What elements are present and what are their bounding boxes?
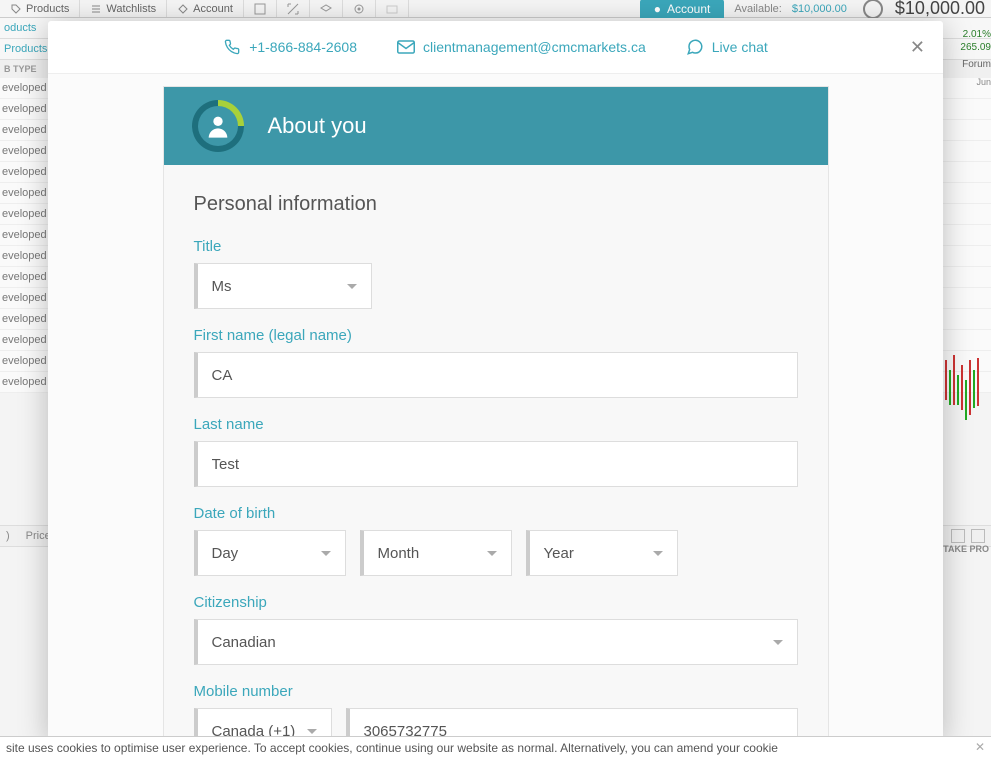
tool-icon-1[interactable] (244, 0, 277, 17)
nav-watchlists[interactable]: Watchlists (80, 0, 167, 17)
tab-marker: ) (6, 530, 10, 542)
available-value: $10,000.00 (792, 3, 857, 15)
dob-label: Date of birth (194, 505, 798, 522)
list-icon (90, 3, 102, 15)
form-content: Personal information Title Ms First name… (164, 165, 828, 739)
balance-value: $10,000.00 (889, 0, 991, 19)
quote-panel: 2.01% 265.09 Forum Jun (960, 28, 991, 89)
nav-account-label: Account (193, 3, 233, 15)
nav-watchlists-label: Watchlists (106, 3, 156, 15)
account-tab-label: Account (667, 2, 710, 16)
dob-month-select[interactable]: Month (360, 530, 512, 576)
price-change: 265.09 (960, 41, 991, 54)
chevron-down-icon (347, 284, 357, 289)
close-icon[interactable]: ✕ (910, 37, 925, 58)
field-citizenship: Citizenship Canadian (194, 594, 798, 665)
chevron-down-icon (653, 551, 663, 556)
chat-contact[interactable]: Live chat (686, 38, 768, 56)
modal-header: +1-866-884-2608 clientmanagement@cmcmark… (48, 21, 943, 74)
dob-month-value: Month (378, 545, 420, 562)
mobile-label: Mobile number (194, 683, 798, 700)
card-title: About you (268, 113, 367, 139)
chart-tool-2[interactable] (971, 529, 985, 543)
account-tab[interactable]: ●Account (640, 0, 725, 19)
first-name-input[interactable] (194, 352, 798, 398)
price-tab[interactable]: Price (26, 530, 51, 542)
folder-icon (386, 3, 398, 15)
field-mobile: Mobile number Canada (+1) (194, 683, 798, 739)
background-toolbar: Products Watchlists Account ●Account Ava… (0, 0, 991, 18)
chat-icon (686, 38, 704, 56)
phone-icon (223, 38, 241, 56)
mobile-number-input[interactable] (346, 708, 798, 739)
forum-link[interactable]: Forum (960, 58, 991, 71)
pricetag-icon (177, 3, 189, 15)
refresh-icon[interactable] (863, 0, 883, 19)
chevron-down-icon (321, 551, 331, 556)
progress-ring (192, 100, 244, 152)
field-title: Title Ms (194, 238, 798, 309)
citizenship-value: Canadian (212, 634, 276, 651)
chevron-down-icon (773, 640, 783, 645)
phone-number: +1-866-884-2608 (249, 39, 357, 55)
field-first-name: First name (legal name) (194, 327, 798, 398)
title-label: Title (194, 238, 798, 255)
citizenship-select[interactable]: Canadian (194, 619, 798, 665)
email-contact[interactable]: clientmanagement@cmcmarkets.ca (397, 38, 646, 56)
side-tab-cut: oducts (4, 22, 36, 34)
available-label: Available: (724, 3, 792, 15)
mobile-code-select[interactable]: Canada (+1) (194, 708, 332, 739)
chevron-down-icon (307, 729, 317, 734)
cookie-close-icon[interactable]: ✕ (975, 739, 985, 756)
dob-day-select[interactable]: Day (194, 530, 346, 576)
tool-icon-2[interactable] (277, 0, 310, 17)
section-heading: Personal information (194, 193, 798, 216)
calendar-icon (254, 3, 266, 15)
chat-label: Live chat (712, 39, 768, 55)
chevron-down-icon (487, 551, 497, 556)
form-card: About you Personal information Title Ms … (163, 86, 829, 740)
gear-icon (353, 3, 365, 15)
nav-products-label: Products (26, 3, 69, 15)
email-address: clientmanagement@cmcmarkets.ca (423, 39, 646, 55)
candlestick-chart (941, 350, 991, 450)
cookie-banner: site uses cookies to optimise user exper… (0, 736, 991, 767)
person-icon (204, 112, 232, 140)
expand-icon (287, 3, 299, 15)
month-label: Jun (960, 77, 991, 89)
field-dob: Date of birth Day Month Year (194, 505, 798, 576)
tool-icon-3[interactable] (310, 0, 343, 17)
account-modal: +1-866-884-2608 clientmanagement@cmcmark… (48, 21, 943, 740)
last-name-label: Last name (194, 416, 798, 433)
field-last-name: Last name (194, 416, 798, 487)
dob-day-value: Day (212, 545, 239, 562)
nav-account[interactable]: Account (167, 0, 244, 17)
title-select[interactable]: Ms (194, 263, 372, 309)
pct-change: 2.01% (960, 28, 991, 41)
dob-year-value: Year (544, 545, 574, 562)
phone-contact[interactable]: +1-866-884-2608 (223, 38, 357, 56)
card-header: About you (164, 87, 828, 165)
nav-products[interactable]: Products (0, 0, 80, 17)
tag-icon (10, 3, 22, 15)
tool-icon-5[interactable] (376, 0, 409, 17)
first-name-label: First name (legal name) (194, 327, 798, 344)
modal-body: About you Personal information Title Ms … (48, 74, 943, 740)
chart-tool-1[interactable] (951, 529, 965, 543)
education-icon (320, 3, 332, 15)
dob-year-select[interactable]: Year (526, 530, 678, 576)
take-profit-header: TAKE PRO (943, 544, 989, 554)
cookie-text: site uses cookies to optimise user exper… (6, 741, 778, 755)
last-name-input[interactable] (194, 441, 798, 487)
title-value: Ms (212, 278, 232, 295)
citizenship-label: Citizenship (194, 594, 798, 611)
tool-icon-4[interactable] (343, 0, 376, 17)
email-icon (397, 38, 415, 56)
